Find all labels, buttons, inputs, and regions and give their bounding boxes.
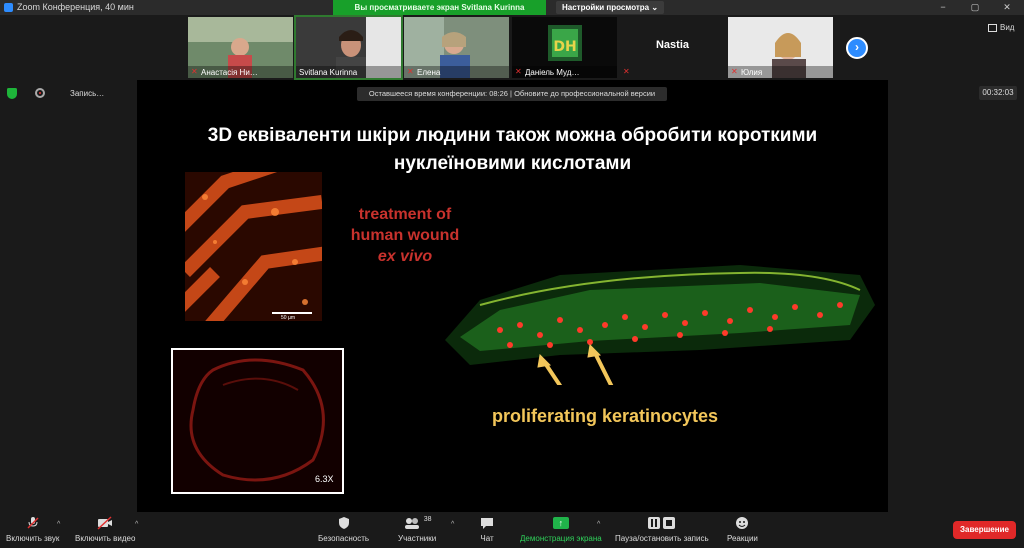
app-title: Zoom Конференция, 40 мин — [4, 2, 134, 12]
scale-label: 50 µm — [281, 315, 295, 321]
meeting-toolbar — [0, 512, 1024, 548]
unmute-label: Включить звук — [6, 534, 60, 543]
participants-button[interactable]: 38 Участники — [398, 516, 437, 544]
slide-title: 3D еквіваленти шкіри людини також можна … — [140, 122, 885, 178]
share-screen-label: Демонстрация экрана — [520, 534, 602, 543]
treatment-line-2: human wound — [350, 227, 460, 244]
chat-label: Чат — [480, 534, 494, 543]
mic-muted-icon: ✕ — [407, 67, 414, 76]
slide-title-line-1: 3D еквіваленти шкіри людини також можна … — [207, 125, 818, 146]
participant-tile[interactable]: ✕ Елена — [404, 17, 509, 78]
participant-name: Юлия — [741, 67, 763, 77]
share-screen-button[interactable]: ↑ Демонстрация экрана — [520, 516, 602, 543]
participants-options-caret-icon[interactable]: ^ — [451, 521, 454, 528]
mic-off-icon — [26, 516, 40, 530]
chat-button[interactable]: Чат — [480, 516, 494, 543]
close-button[interactable]: ✕ — [996, 0, 1018, 15]
pause-stop-label: Пауза/остановить запись — [615, 534, 709, 543]
unmute-button[interactable]: Включить звук — [6, 516, 59, 543]
security-button[interactable]: Безопасность — [318, 516, 369, 543]
fluorescence-image-framed — [171, 348, 344, 494]
participant-display-name: Nastia — [655, 39, 690, 51]
participant-name: Елена — [417, 67, 441, 77]
participants-count: 38 — [423, 515, 432, 523]
fluorescence-image-framed-graphic — [173, 350, 342, 492]
participant-tile[interactable]: Nastia ✕ — [620, 17, 725, 78]
magnification-label: 6.3X — [315, 474, 334, 484]
view-button[interactable]: Вид — [988, 23, 1014, 32]
encryption-shield-icon[interactable] — [7, 88, 17, 99]
participant-name: Svitlana Kurinna — [299, 67, 358, 77]
pause-stop-recording-button[interactable]: Пауза/остановить запись — [615, 516, 709, 543]
pause-stop-icon — [647, 516, 677, 530]
share-options-caret-icon[interactable]: ^ — [597, 521, 600, 528]
fluorescence-image-red — [185, 172, 322, 321]
zoom-logo-icon — [4, 2, 13, 12]
participants-label: Участники — [398, 534, 437, 543]
svg-text:DH: DH — [553, 39, 576, 55]
chat-icon — [480, 516, 494, 530]
participant-name: Даніель Муд… — [525, 67, 580, 77]
time-remaining-banner[interactable]: Оставшееся время конференции: 08:26 | Об… — [357, 87, 667, 101]
mic-muted-icon: ✕ — [731, 67, 738, 76]
recording-icon — [35, 88, 45, 98]
video-options-caret-icon[interactable]: ^ — [135, 521, 138, 528]
view-options-button[interactable]: Настройки просмотра ⌄ — [556, 1, 665, 14]
start-video-label: Включить видео — [75, 534, 136, 543]
fluorescence-image-red-graphic — [185, 172, 322, 321]
share-banner: Вы просматриваете экран Svitlana Kurinna — [333, 0, 546, 15]
audio-options-caret-icon[interactable]: ^ — [57, 521, 60, 528]
participants-icon: 38 — [403, 516, 432, 530]
security-label: Безопасность — [318, 534, 370, 543]
view-button-label: Вид — [1000, 23, 1015, 32]
end-meeting-button[interactable]: Завершение — [953, 521, 1016, 539]
start-video-button[interactable]: Включить видео — [75, 516, 135, 543]
video-off-icon — [97, 516, 113, 530]
mic-muted-icon: ✕ — [191, 67, 198, 76]
grid-view-icon — [988, 23, 997, 32]
next-participants-button[interactable]: › — [846, 37, 868, 59]
participant-name-bar: ✕ Юлия — [728, 66, 833, 78]
mic-muted-icon: ✕ — [623, 67, 630, 76]
participant-name-bar: ✕ Анастасія Ни… — [188, 66, 293, 78]
meeting-timer: 00:32:03 — [979, 86, 1017, 100]
participant-name: Анастасія Ни… — [201, 67, 258, 77]
window-title: Zoom Конференция, 40 мин — [17, 2, 134, 12]
minimize-button[interactable]: − — [932, 0, 954, 15]
participant-name-bar: ✕ — [620, 66, 725, 78]
participant-name-bar: ✕ Даніель Муд… — [512, 66, 617, 78]
tissue-section-image — [445, 265, 875, 385]
security-shield-icon — [338, 516, 350, 530]
participant-name-bar: ✕ Елена — [404, 66, 509, 78]
slide-caption: proliferating keratinocytes — [492, 406, 719, 426]
participant-tile[interactable]: ✕ Анастасія Ни… — [188, 17, 293, 78]
share-screen-icon: ↑ — [552, 516, 569, 530]
participant-tile[interactable]: ✕ Юлия — [728, 17, 833, 78]
participant-name-bar: Svitlana Kurinna — [296, 66, 401, 78]
maximize-button[interactable]: ▢ — [964, 0, 986, 15]
recording-label: Запись… — [70, 89, 105, 98]
scale-bar — [272, 312, 312, 314]
reactions-label: Реакции — [727, 534, 758, 543]
participant-tile[interactable]: DH ✕ Даніель Муд… — [512, 17, 617, 78]
mic-muted-icon: ✕ — [515, 67, 522, 76]
participant-tile-active[interactable]: Svitlana Kurinna — [294, 15, 403, 80]
reactions-button[interactable]: Реакции — [727, 516, 758, 543]
reactions-smiley-icon — [735, 516, 749, 530]
treatment-line-1: treatment of — [358, 206, 452, 223]
